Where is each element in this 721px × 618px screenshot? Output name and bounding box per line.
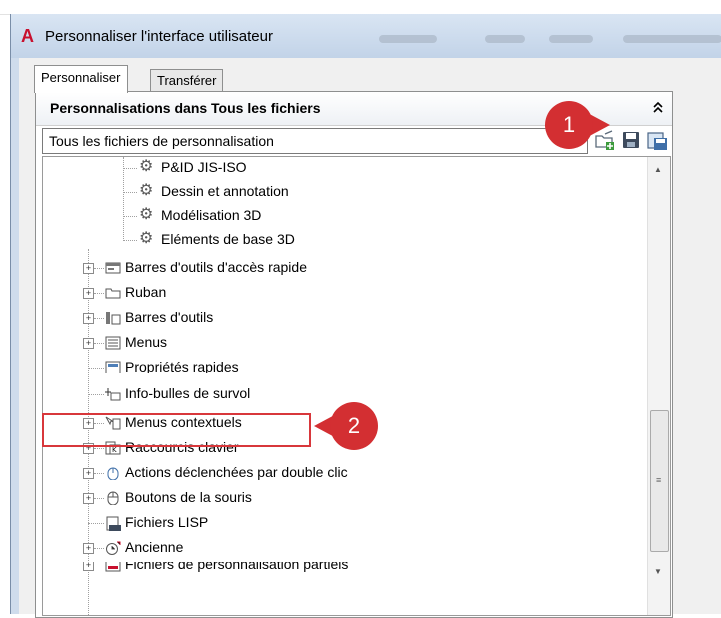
expand-plus-icon[interactable]: +	[83, 313, 94, 324]
tree-guide-line	[123, 240, 137, 241]
tree-item-quick-access-toolbars[interactable]: + Barres d'outils d'accès rapide	[43, 257, 643, 281]
tree-guide-line	[94, 268, 104, 269]
menu-icon	[105, 336, 121, 350]
toolbar-icon	[105, 311, 121, 325]
tree-item-mouse-buttons[interactable]: + Boutons de la souris	[43, 487, 643, 511]
background-window-strip	[0, 0, 721, 15]
expand-plus-icon[interactable]: +	[83, 543, 94, 554]
tree-item-label: Actions déclenchées par double clic	[125, 464, 348, 480]
blurred-title-text	[549, 35, 593, 43]
tree-item-label: Info-bulles de survol	[125, 385, 251, 401]
tree-guide-line	[88, 368, 104, 369]
expand-plus-icon[interactable]: +	[83, 338, 94, 349]
scroll-down-arrow-icon[interactable]: ▼	[654, 567, 662, 576]
tree-item-label: Barres d'outils	[125, 309, 214, 325]
expand-plus-icon[interactable]: +	[83, 562, 94, 571]
tree-item-toolbars[interactable]: + Barres d'outils	[43, 307, 643, 331]
tree-guide-line	[123, 168, 137, 169]
window-title: Personnaliser l'interface utilisateur	[45, 28, 273, 45]
tree-guide-line	[88, 523, 104, 524]
tab-transferer[interactable]: Transférer	[150, 69, 224, 91]
tree-item-label: Propriétés rapides	[125, 359, 239, 373]
tree-item-partial-customization-files[interactable]: + Fichiers de personnalisation partiels	[43, 562, 643, 574]
tree-item-label: Modélisation 3D	[161, 207, 262, 223]
scrollbar-grip-icon: ≡	[656, 475, 662, 485]
tree-guide-line	[123, 216, 137, 217]
tree-guide-line	[94, 343, 104, 344]
expand-plus-icon[interactable]: +	[83, 493, 94, 504]
tree-item-label: Eléments de base 3D	[161, 231, 295, 247]
scrollbar-thumb[interactable]: ≡	[650, 410, 669, 552]
tree-guide-line	[94, 318, 104, 319]
customizations-panel: Personnalisations dans Tous les fichiers…	[35, 91, 673, 618]
rollover-tooltip-icon	[105, 387, 121, 401]
lisp-file-icon	[105, 516, 121, 531]
blurred-title-text	[485, 35, 525, 43]
tree-item-lisp-files[interactable]: Fichiers LISP	[43, 512, 643, 536]
double-click-icon	[105, 466, 119, 481]
expand-plus-icon[interactable]: +	[83, 468, 94, 479]
tree-item-label: Boutons de la souris	[125, 489, 252, 505]
tree-guide-line	[94, 448, 104, 449]
quick-properties-icon	[105, 361, 121, 373]
tree-guide-line	[123, 192, 137, 193]
callout-1: 1	[545, 101, 593, 149]
ribbon-icon	[105, 286, 121, 300]
gear-icon: ⚙	[139, 182, 154, 199]
tree-item-double-click-actions[interactable]: + Actions déclenchées par double clic	[43, 462, 643, 486]
dropdown-value: Tous les fichiers de personnalisation	[49, 133, 274, 149]
tree-item-label: Fichiers de personnalisation partiels	[125, 562, 349, 572]
gear-icon: ⚙	[139, 206, 154, 223]
save-icon[interactable]	[619, 128, 643, 152]
tree-guide-line	[94, 293, 104, 294]
tree-item[interactable]: ⚙ Eléments de base 3D	[43, 229, 643, 253]
blurred-title-text	[379, 35, 437, 43]
tree-guide-line	[88, 394, 104, 395]
customize-ui-dialog: A Personnaliser l'interface utilisateur …	[10, 14, 721, 618]
tree-item[interactable]: ⚙ Dessin et annotation	[43, 181, 643, 205]
tree-guide-line	[94, 473, 104, 474]
blurred-title-text	[623, 35, 721, 43]
tree-item[interactable]: ⚙ P&ID JIS-ISO	[43, 157, 643, 181]
tree-item-ribbon[interactable]: + Ruban	[43, 282, 643, 306]
tree-item-label: P&ID JIS-ISO	[161, 159, 247, 175]
autocad-logo-icon: A	[21, 26, 34, 46]
customization-tree[interactable]: ⚙ P&ID JIS-ISO ⚙ Dessin et annotation ⚙ …	[42, 156, 671, 616]
title-bar: A Personnaliser l'interface utilisateur	[11, 14, 721, 58]
tree-item[interactable]: ⚙ Modélisation 3D	[43, 205, 643, 229]
tree-item-label: Dessin et annotation	[161, 183, 289, 199]
tree-item-legacy[interactable]: + Ancienne	[43, 537, 643, 561]
svg-text:K: K	[112, 446, 117, 454]
tree-item-label: Fichiers LISP	[125, 514, 209, 530]
gear-icon: ⚙	[139, 230, 154, 247]
tab-personnaliser[interactable]: Personnaliser	[34, 65, 128, 93]
tree-item-quick-properties[interactable]: Propriétés rapides	[43, 357, 643, 373]
scroll-up-arrow-icon[interactable]: ▲	[654, 165, 662, 174]
save-as-icon[interactable]	[645, 128, 669, 152]
tree-guide-line	[94, 498, 104, 499]
tree-item-label: Menus	[125, 334, 168, 350]
tree-guide-line	[94, 548, 104, 549]
mouse-icon	[105, 491, 119, 506]
highlight-box	[42, 413, 311, 447]
expand-plus-icon[interactable]: +	[83, 263, 94, 274]
legacy-icon	[105, 541, 121, 555]
dialog-content: Personnaliser Transférer Personnalisatio…	[19, 58, 721, 618]
panel-title: Personnalisations dans Tous les fichiers	[50, 100, 321, 116]
tree-item-menus[interactable]: + Menus	[43, 332, 643, 356]
tree-item-label: Barres d'outils d'accès rapide	[125, 259, 307, 275]
gear-icon: ⚙	[139, 158, 154, 175]
tree-scrollbar[interactable]: ▲ ≡ ▼	[647, 157, 670, 615]
double-chevron-up-icon[interactable]	[652, 100, 664, 116]
tree-item-label: Ruban	[125, 284, 167, 300]
quick-access-toolbar-icon	[105, 261, 121, 275]
tree-item-label: Ancienne	[125, 539, 184, 555]
callout-2: 2	[330, 402, 378, 450]
customization-files-dropdown[interactable]: Tous les fichiers de personnalisation ▼	[42, 128, 588, 154]
expand-plus-icon[interactable]: +	[83, 288, 94, 299]
partial-cui-icon	[105, 562, 121, 572]
